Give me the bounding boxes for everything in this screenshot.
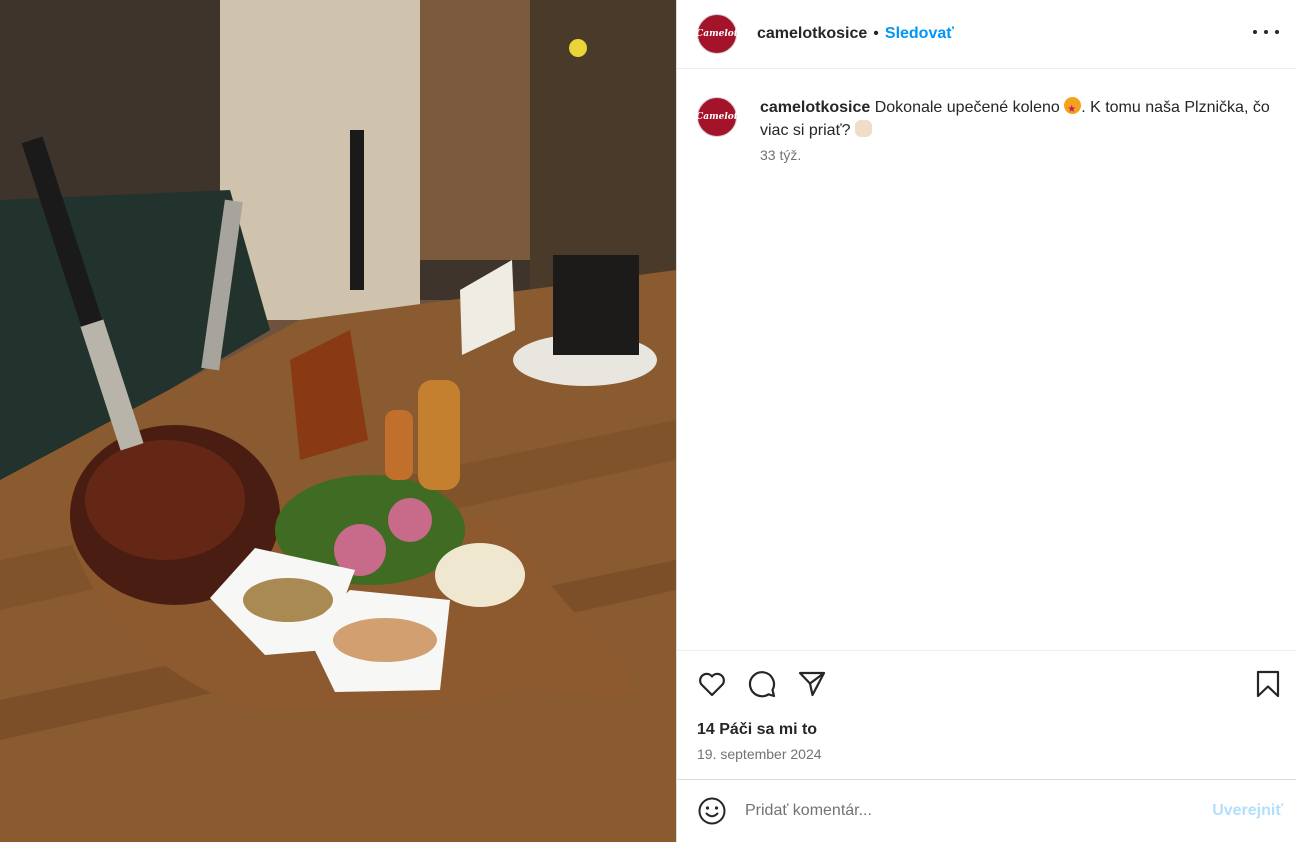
action-bar: 14 Páči sa mi to 19. september 2024 [677, 650, 1296, 779]
pinched-fingers-emoji-icon [854, 120, 872, 137]
bookmark-icon[interactable] [1253, 669, 1283, 699]
avatar-logo-text: Camelot [696, 29, 738, 39]
action-icons [697, 669, 1287, 699]
comment-input[interactable] [745, 802, 1185, 820]
comment-bar: Uverejniť [677, 779, 1296, 842]
post-side-panel: Camelot camelotkosice • Sledovať Camelot… [676, 0, 1296, 842]
username-link[interactable]: camelotkosice [757, 25, 867, 43]
heart-icon[interactable] [697, 669, 727, 699]
caption-username[interactable]: camelotkosice [760, 99, 870, 116]
caption-avatar[interactable]: Camelot [696, 97, 738, 137]
caption-timestamp[interactable]: 33 týž. [760, 147, 1287, 163]
smiley-icon[interactable] [697, 796, 727, 826]
post-caption: Camelot camelotkosice Dokonale upečené k… [696, 96, 1287, 163]
caption-body: camelotkosice Dokonale upečené koleno . … [760, 96, 1287, 163]
caption-text: camelotkosice Dokonale upečené koleno . … [760, 96, 1287, 142]
more-options-icon[interactable] [1253, 22, 1279, 42]
comment-bubble-icon[interactable] [747, 669, 777, 699]
follow-button[interactable]: Sledovať [885, 25, 954, 43]
avatar-logo-text: Camelot [696, 112, 738, 122]
post-date[interactable]: 19. september 2024 [697, 746, 822, 762]
food-photo-illustration [0, 0, 676, 842]
avatar[interactable]: Camelot [696, 14, 738, 54]
separator-dot: • [873, 25, 879, 42]
star-struck-emoji-icon [1064, 97, 1082, 121]
caption-text-part1: Dokonale upečené koleno [870, 99, 1065, 116]
paper-plane-icon[interactable] [797, 669, 827, 699]
post-header: Camelot camelotkosice • Sledovať [677, 0, 1296, 69]
post-comment-button[interactable]: Uverejniť [1212, 802, 1283, 820]
post-photo[interactable] [0, 0, 676, 842]
likes-count[interactable]: 14 Páči sa mi to [697, 721, 817, 739]
instagram-post-modal: Camelot camelotkosice • Sledovať Camelot… [0, 0, 1296, 842]
